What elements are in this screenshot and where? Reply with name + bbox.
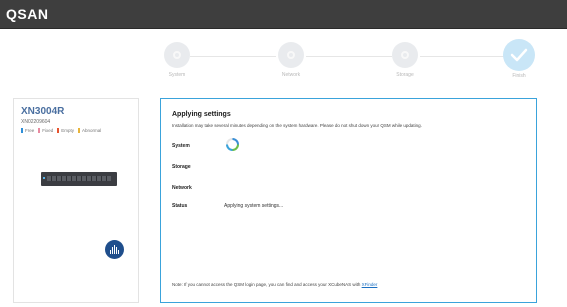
status-value: Applying system settings... <box>224 203 284 209</box>
footer-note: Note: If you cannot access the QSM login… <box>172 282 377 287</box>
legend-item-abnormal: Abnormal <box>78 128 101 133</box>
legend-item-free: Free <box>21 128 34 133</box>
row-label-storage: Storage <box>172 164 191 170</box>
wizard-step-system: System <box>147 42 207 82</box>
step-label: Network <box>281 72 301 78</box>
row-label-system: System <box>172 143 190 149</box>
legend-item-empty: Empty <box>57 128 74 133</box>
setup-wizard-steps: System Network Storage Finish <box>0 30 567 85</box>
device-model: XN3004R <box>21 106 65 117</box>
step-network-icon <box>278 42 304 68</box>
step-storage-icon <box>392 42 418 68</box>
qsan-badge-icon <box>105 240 124 259</box>
footer-note-text: Note: If you cannot access the QSM login… <box>172 282 362 287</box>
top-bar: QSAN <box>0 0 567 29</box>
device-serial: XN02209604 <box>21 119 51 125</box>
xfinder-link[interactable]: XFinder <box>362 282 378 287</box>
step-label: Finish <box>512 73 526 79</box>
legend-item-fixed: Fixed <box>38 128 53 133</box>
row-label-status: Status <box>172 203 188 209</box>
nas-rack-image <box>41 172 117 186</box>
loading-spinner-icon <box>226 138 239 151</box>
applying-settings-panel: Applying settings Installation may take … <box>160 98 537 303</box>
step-label: Storage <box>396 72 414 78</box>
wizard-step-network: Network <box>261 42 321 82</box>
wizard-step-storage: Storage <box>375 42 435 82</box>
installation-note: Installation may take several minutes de… <box>172 123 422 128</box>
qsan-logo: QSAN <box>6 6 49 22</box>
step-system-icon <box>164 42 190 68</box>
panel-title: Applying settings <box>172 111 231 118</box>
step-label: System <box>168 72 186 78</box>
disk-legend: Free Fixed Empty Abnormal <box>21 128 101 133</box>
checkmark-icon <box>503 39 535 71</box>
row-label-network: Network <box>172 185 192 191</box>
wizard-step-finish: Finish <box>489 39 549 79</box>
device-panel: XN3004R XN02209604 Free Fixed Empty Abno… <box>13 98 139 303</box>
